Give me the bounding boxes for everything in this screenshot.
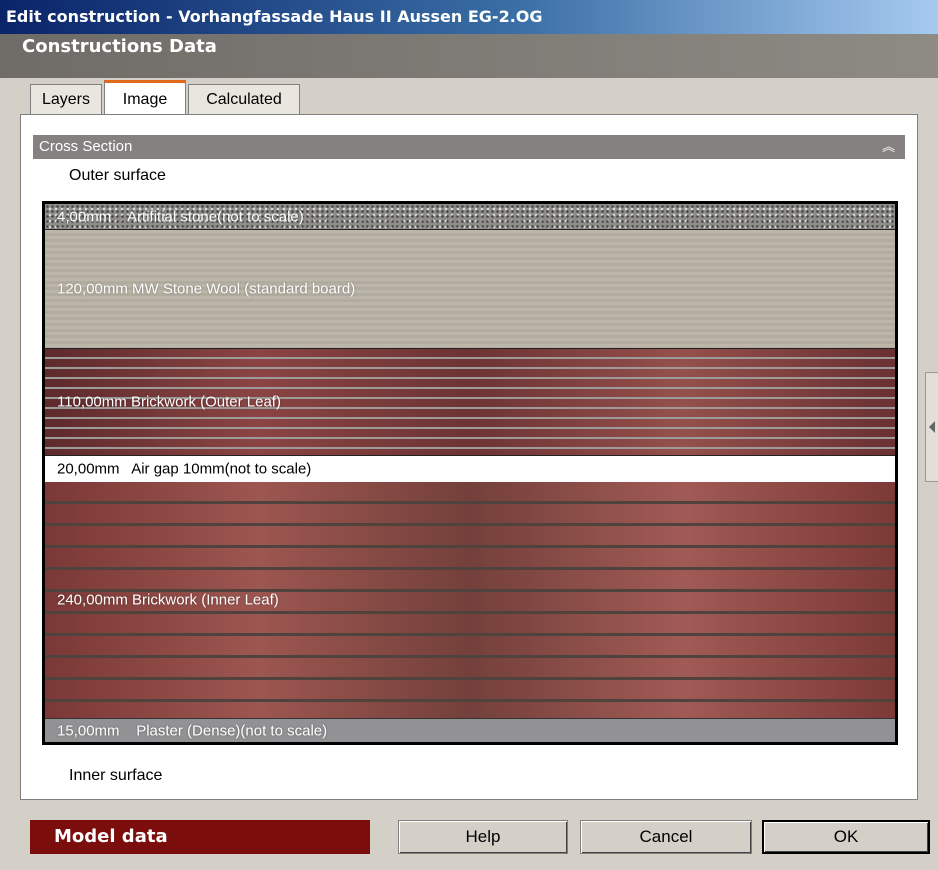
cancel-button[interactable]: Cancel [580,820,752,854]
layer-brickwork-outer: 110,00mm Brickwork (Outer Leaf) [45,349,895,455]
tab-label: Image [122,90,168,108]
layer-material: Brickwork (Inner Leaf) [132,591,279,609]
triangle-left-icon [929,421,935,433]
layer-stone-wool: 120,00mm MW Stone Wool (standard board) [45,230,895,349]
layer-material: Plaster (Dense)(not to scale) [136,722,328,740]
layer-label: 20,00mm Air gap 10mm(not to scale) [57,461,311,478]
outer-surface-label: Outer surface [69,167,166,184]
page-title: Constructions Data [22,36,217,57]
tab-calculated[interactable]: Calculated [188,84,300,114]
layer-brickwork-inner: 240,00mm Brickwork (Inner Leaf) [45,482,895,718]
model-data-button[interactable]: Model data [30,820,370,854]
layer-thickness: 15,00mm [57,722,120,740]
cross-section-title: Cross Section [39,138,133,155]
layer-artificial-stone: 4,00mm Artifitial stone(not to scale) [45,204,895,230]
layer-plaster: 15,00mm Plaster (Dense)(not to scale) [45,718,895,742]
layer-material: Artifitial stone(not to scale) [127,208,304,225]
cross-section-header[interactable]: Cross Section ︽ [33,135,905,159]
window-title: Edit construction - Vorhangfassade Haus … [6,7,543,26]
tab-label: Layers [41,90,91,108]
ok-button[interactable]: OK [762,820,930,854]
layer-thickness: 4,00mm [57,208,112,225]
ok-label: OK [833,827,859,846]
cancel-label: Cancel [639,827,693,846]
model-data-label: Model data [54,826,168,847]
tab-image[interactable]: Image [104,80,186,116]
layer-label: 240,00mm Brickwork (Inner Leaf) [57,592,279,609]
layer-thickness: 120,00mm [57,280,128,298]
layer-label: 120,00mm MW Stone Wool (standard board) [57,281,355,298]
image-panel: Cross Section ︽ Outer surface 4,00mm Art… [20,114,918,800]
layer-material: Brickwork (Outer Leaf) [130,393,281,411]
layer-thickness: 110,00mm [57,393,127,411]
section-header: Constructions Data [0,34,938,78]
inner-surface-label: Inner surface [69,767,163,784]
layer-label: 4,00mm Artifitial stone(not to scale) [57,208,304,225]
cross-section-diagram: 4,00mm Artifitial stone(not to scale) 12… [42,201,898,745]
help-label: Help [465,827,501,846]
layer-material: Air gap 10mm(not to scale) [131,460,312,478]
tab-layers[interactable]: Layers [30,84,102,114]
tab-label: Calculated [206,90,282,108]
layer-material: MW Stone Wool (standard board) [132,280,356,298]
help-button[interactable]: Help [398,820,568,854]
layer-thickness: 240,00mm [57,591,128,609]
side-panel-toggle[interactable] [925,372,938,482]
window-title-bar: Edit construction - Vorhangfassade Haus … [0,0,938,34]
layer-air-gap: 20,00mm Air gap 10mm(not to scale) [45,455,895,483]
layer-thickness: 20,00mm [57,460,120,478]
layer-label: 15,00mm Plaster (Dense)(not to scale) [57,723,327,740]
double-chevron-up-icon[interactable]: ︽ [882,135,895,159]
layer-label: 110,00mm Brickwork (Outer Leaf) [57,394,281,411]
